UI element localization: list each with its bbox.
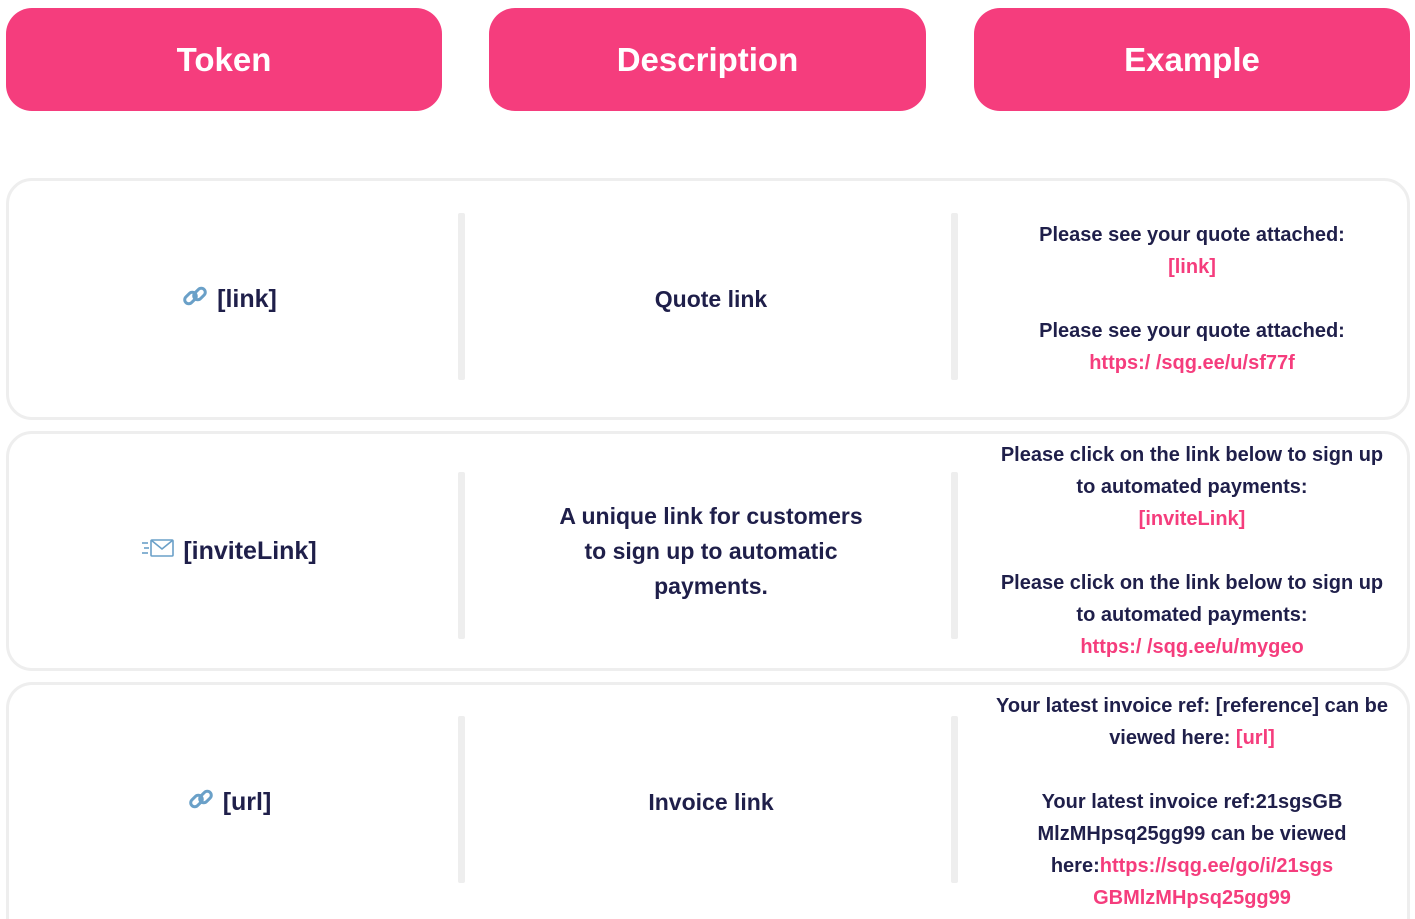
- description-cell: A unique link for customers to sign up t…: [493, 434, 929, 668]
- token-label: [link]: [217, 284, 277, 313]
- envelope-icon: [141, 536, 175, 567]
- description-text: A unique link for customers to sign up t…: [559, 502, 863, 599]
- example-cell: Please click on the link below to sign u…: [977, 434, 1407, 668]
- example-template: Please click on the link below to sign u…: [999, 439, 1385, 535]
- token-cell: [link]: [9, 181, 449, 417]
- header-example: Example: [974, 8, 1410, 111]
- column-divider: [458, 716, 465, 883]
- column-divider: [951, 472, 958, 639]
- example-result-link[interactable]: https://sqg.ee/go/i/21sgs GBMlzMHpsq25gg…: [1093, 855, 1333, 909]
- token-label: [inviteLink]: [183, 536, 317, 565]
- example-template-text: Please see your quote attached:: [1039, 224, 1345, 246]
- example-template: Your latest invoice ref: [reference] can…: [989, 690, 1395, 754]
- example-template-token: [inviteLink]: [1138, 508, 1246, 530]
- description-text: Invoice link: [648, 788, 774, 815]
- header-example-label: Example: [1124, 40, 1260, 78]
- example-result: Please click on the link below to sign u…: [999, 567, 1385, 663]
- header-token-label: Token: [176, 40, 272, 78]
- example-result-link[interactable]: https:/ /sqg.ee/u/mygeo: [1080, 636, 1303, 658]
- example-result-link[interactable]: https:/ /sqg.ee/u/sf77f: [1089, 352, 1295, 374]
- token-cell: [inviteLink]: [9, 434, 449, 668]
- description-text: Quote link: [654, 285, 768, 312]
- example-template-text: Please click on the link below to sign u…: [1000, 444, 1384, 498]
- header-description: Description: [489, 8, 926, 111]
- header-description-label: Description: [616, 40, 799, 78]
- link-icon: [187, 785, 215, 820]
- token-label: [url]: [222, 787, 272, 816]
- example-cell: Your latest invoice ref: [reference] can…: [977, 685, 1407, 919]
- table-row: [inviteLink] A unique link for customers…: [6, 431, 1410, 671]
- column-divider: [458, 213, 465, 380]
- example-result-text: Please see your quote attached:: [1039, 320, 1345, 342]
- column-divider: [951, 716, 958, 883]
- example-result-text: Please click on the link below to sign u…: [1000, 572, 1384, 626]
- column-divider: [458, 472, 465, 639]
- description-cell: Invoice link: [493, 685, 929, 919]
- example-cell: Please see your quote attached: [link] P…: [977, 181, 1407, 417]
- example-template-token: [link]: [1168, 256, 1216, 278]
- column-divider: [951, 213, 958, 380]
- example-result: Your latest invoice ref:21sgsGB MlzMHpsq…: [989, 786, 1395, 914]
- table-row: [link] Quote link Please see your quote …: [6, 178, 1410, 420]
- token-cell: [url]: [9, 685, 449, 919]
- example-result: Please see your quote attached: https:/ …: [1039, 315, 1345, 379]
- link-icon: [181, 282, 209, 317]
- example-template-text: Your latest invoice ref: [reference] can…: [996, 695, 1388, 749]
- example-template: Please see your quote attached: [link]: [1039, 219, 1345, 283]
- example-template-token: [url]: [1235, 727, 1275, 749]
- header-token: Token: [6, 8, 442, 111]
- table-row: [url] Invoice link Your latest invoice r…: [6, 682, 1410, 919]
- description-cell: Quote link: [493, 181, 929, 417]
